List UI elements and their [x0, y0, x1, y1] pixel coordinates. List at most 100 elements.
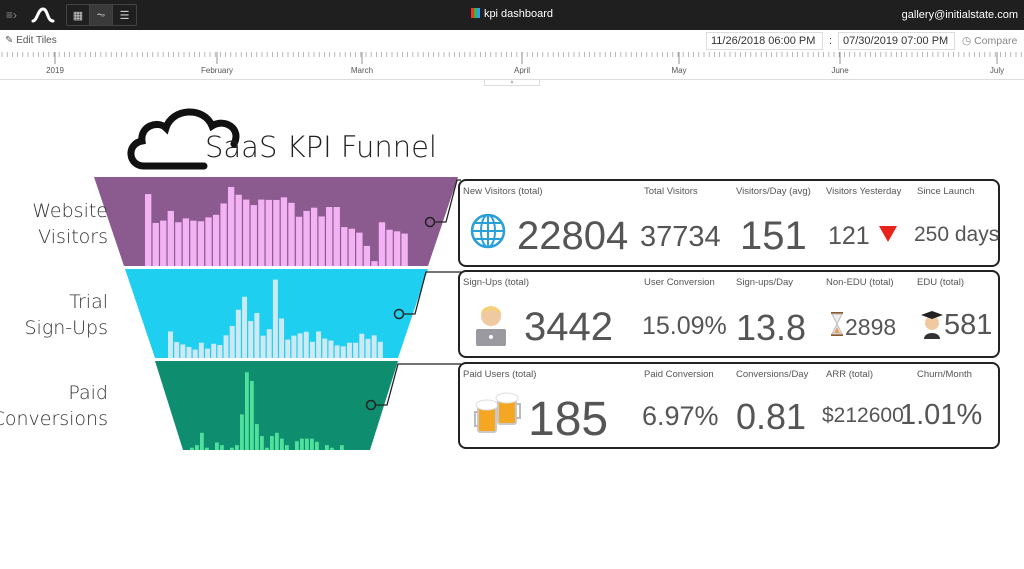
- stage-label-signups: Trial Sign-Ups: [24, 289, 108, 341]
- metric-label: Churn/Month: [917, 369, 972, 380]
- funnel-bar: [145, 194, 152, 266]
- funnel-bar: [325, 445, 329, 450]
- metric-value: 22804: [517, 214, 629, 258]
- metric-value: 15.09%: [642, 312, 727, 340]
- funnel-bar: [248, 321, 254, 358]
- funnel-bar: [378, 222, 386, 266]
- funnel-bar: [341, 227, 348, 266]
- funnel-bar: [305, 438, 309, 450]
- funnel-bar: [200, 432, 204, 450]
- metric-label: Non-EDU (total): [826, 277, 894, 288]
- funnel-bar: [322, 338, 328, 358]
- funnel-bar: [270, 436, 274, 450]
- person-laptop-icon: [476, 306, 506, 346]
- metric-value: 581: [944, 309, 993, 341]
- globe-icon: [470, 213, 506, 249]
- metric-label: Sign-ups/Day: [736, 277, 794, 288]
- funnel-bar: [285, 445, 289, 450]
- funnel-bar: [152, 222, 159, 266]
- metric-value: $212600: [822, 404, 904, 427]
- funnel-bar: [254, 312, 260, 358]
- funnel-bar: [310, 207, 318, 266]
- funnel-bar: [295, 441, 299, 450]
- stage-label-conversions: Paid Conversions: [0, 380, 108, 432]
- funnel-bar: [348, 228, 355, 266]
- funnel-bar: [300, 438, 304, 450]
- funnel-bar: [245, 372, 249, 450]
- funnel-bar: [285, 339, 291, 358]
- metric-label: User Conversion: [644, 277, 715, 288]
- funnel-bar: [198, 342, 204, 358]
- metric-label: Paid Conversion: [644, 369, 714, 380]
- funnel-bar: [190, 220, 197, 266]
- funnel-bar: [220, 445, 224, 450]
- funnel-bar: [175, 222, 182, 266]
- funnel-bar: [393, 231, 401, 266]
- funnel-bar: [260, 436, 264, 450]
- stage-label-line: Website: [32, 200, 108, 222]
- funnel-bar: [266, 329, 272, 358]
- funnel-bar: [229, 325, 235, 358]
- funnel-bar: [353, 342, 359, 358]
- metric-label: Paid Users (total): [463, 369, 537, 380]
- funnel-bar: [291, 335, 297, 358]
- stage-label-line: Sign-Ups: [24, 317, 108, 339]
- funnel-bar: [182, 218, 190, 266]
- metric-value: 3442: [524, 305, 613, 349]
- metric-value: 151: [740, 214, 807, 258]
- funnel-bar: [334, 345, 340, 358]
- funnel-bar: [240, 414, 244, 450]
- funnel-bar: [273, 199, 280, 266]
- funnel-bar: [242, 296, 248, 358]
- metric-label: ARR (total): [826, 369, 873, 380]
- funnel-bar: [315, 441, 319, 450]
- metric-value: 13.8: [736, 307, 807, 348]
- metric-label: New Visitors (total): [463, 186, 543, 197]
- funnel-bar: [265, 447, 269, 450]
- funnel-bar: [328, 340, 334, 358]
- funnel-bar: [363, 245, 371, 266]
- metric-value: 37734: [640, 221, 721, 253]
- funnel-bar: [220, 203, 227, 266]
- metric-label: Conversions/Day: [736, 369, 809, 380]
- funnel-bar: [346, 342, 352, 358]
- metric-label: Visitors Yesterday: [826, 186, 902, 197]
- funnel-bar: [197, 221, 205, 266]
- funnel-bar: [340, 445, 344, 450]
- funnel-bar: [326, 207, 333, 266]
- funnel-bar: [211, 343, 217, 358]
- metric-label: Since Launch: [917, 186, 975, 197]
- paid-panel[interactable]: Paid Users (total) Paid Conversion Conve…: [458, 362, 1000, 449]
- funnel-bar: [275, 432, 279, 450]
- metric-value: 2898: [845, 314, 897, 340]
- funnel-bar: [192, 349, 198, 358]
- hourglass-icon: [831, 312, 843, 336]
- down-triangle-icon: [879, 226, 897, 242]
- beer-mugs-icon: [474, 392, 521, 433]
- funnel-bar: [303, 210, 310, 266]
- funnel-bar: [297, 333, 303, 358]
- funnel-bar: [255, 424, 259, 450]
- funnel-bar: [167, 210, 174, 266]
- funnel-bar: [235, 194, 242, 266]
- funnel-bar: [272, 279, 278, 358]
- funnel-bar: [260, 335, 266, 358]
- funnel-bar: [205, 217, 212, 266]
- funnel-bar: [227, 186, 235, 266]
- funnel-bar: [223, 335, 229, 358]
- funnel-bar: [316, 331, 322, 358]
- funnel-bar: [212, 214, 220, 266]
- funnel-bar: [288, 202, 295, 266]
- signups-panel[interactable]: Sign-Ups (total) User Conversion Sign-up…: [458, 270, 1000, 358]
- funnel-bar: [190, 447, 194, 450]
- funnel-bar: [195, 445, 199, 450]
- funnel-bar: [371, 335, 377, 358]
- funnel-bar: [309, 341, 315, 358]
- metric-value: 250 days: [914, 223, 1000, 246]
- visitors-panel[interactable]: New Visitors (total) Total Visitors Visi…: [458, 179, 1000, 267]
- stage-label-line: Trial: [69, 291, 108, 313]
- metric-value: 185: [528, 393, 609, 446]
- funnel-bar: [365, 338, 371, 358]
- metric-value: 1.01%: [900, 399, 983, 431]
- funnel-bar: [280, 197, 288, 266]
